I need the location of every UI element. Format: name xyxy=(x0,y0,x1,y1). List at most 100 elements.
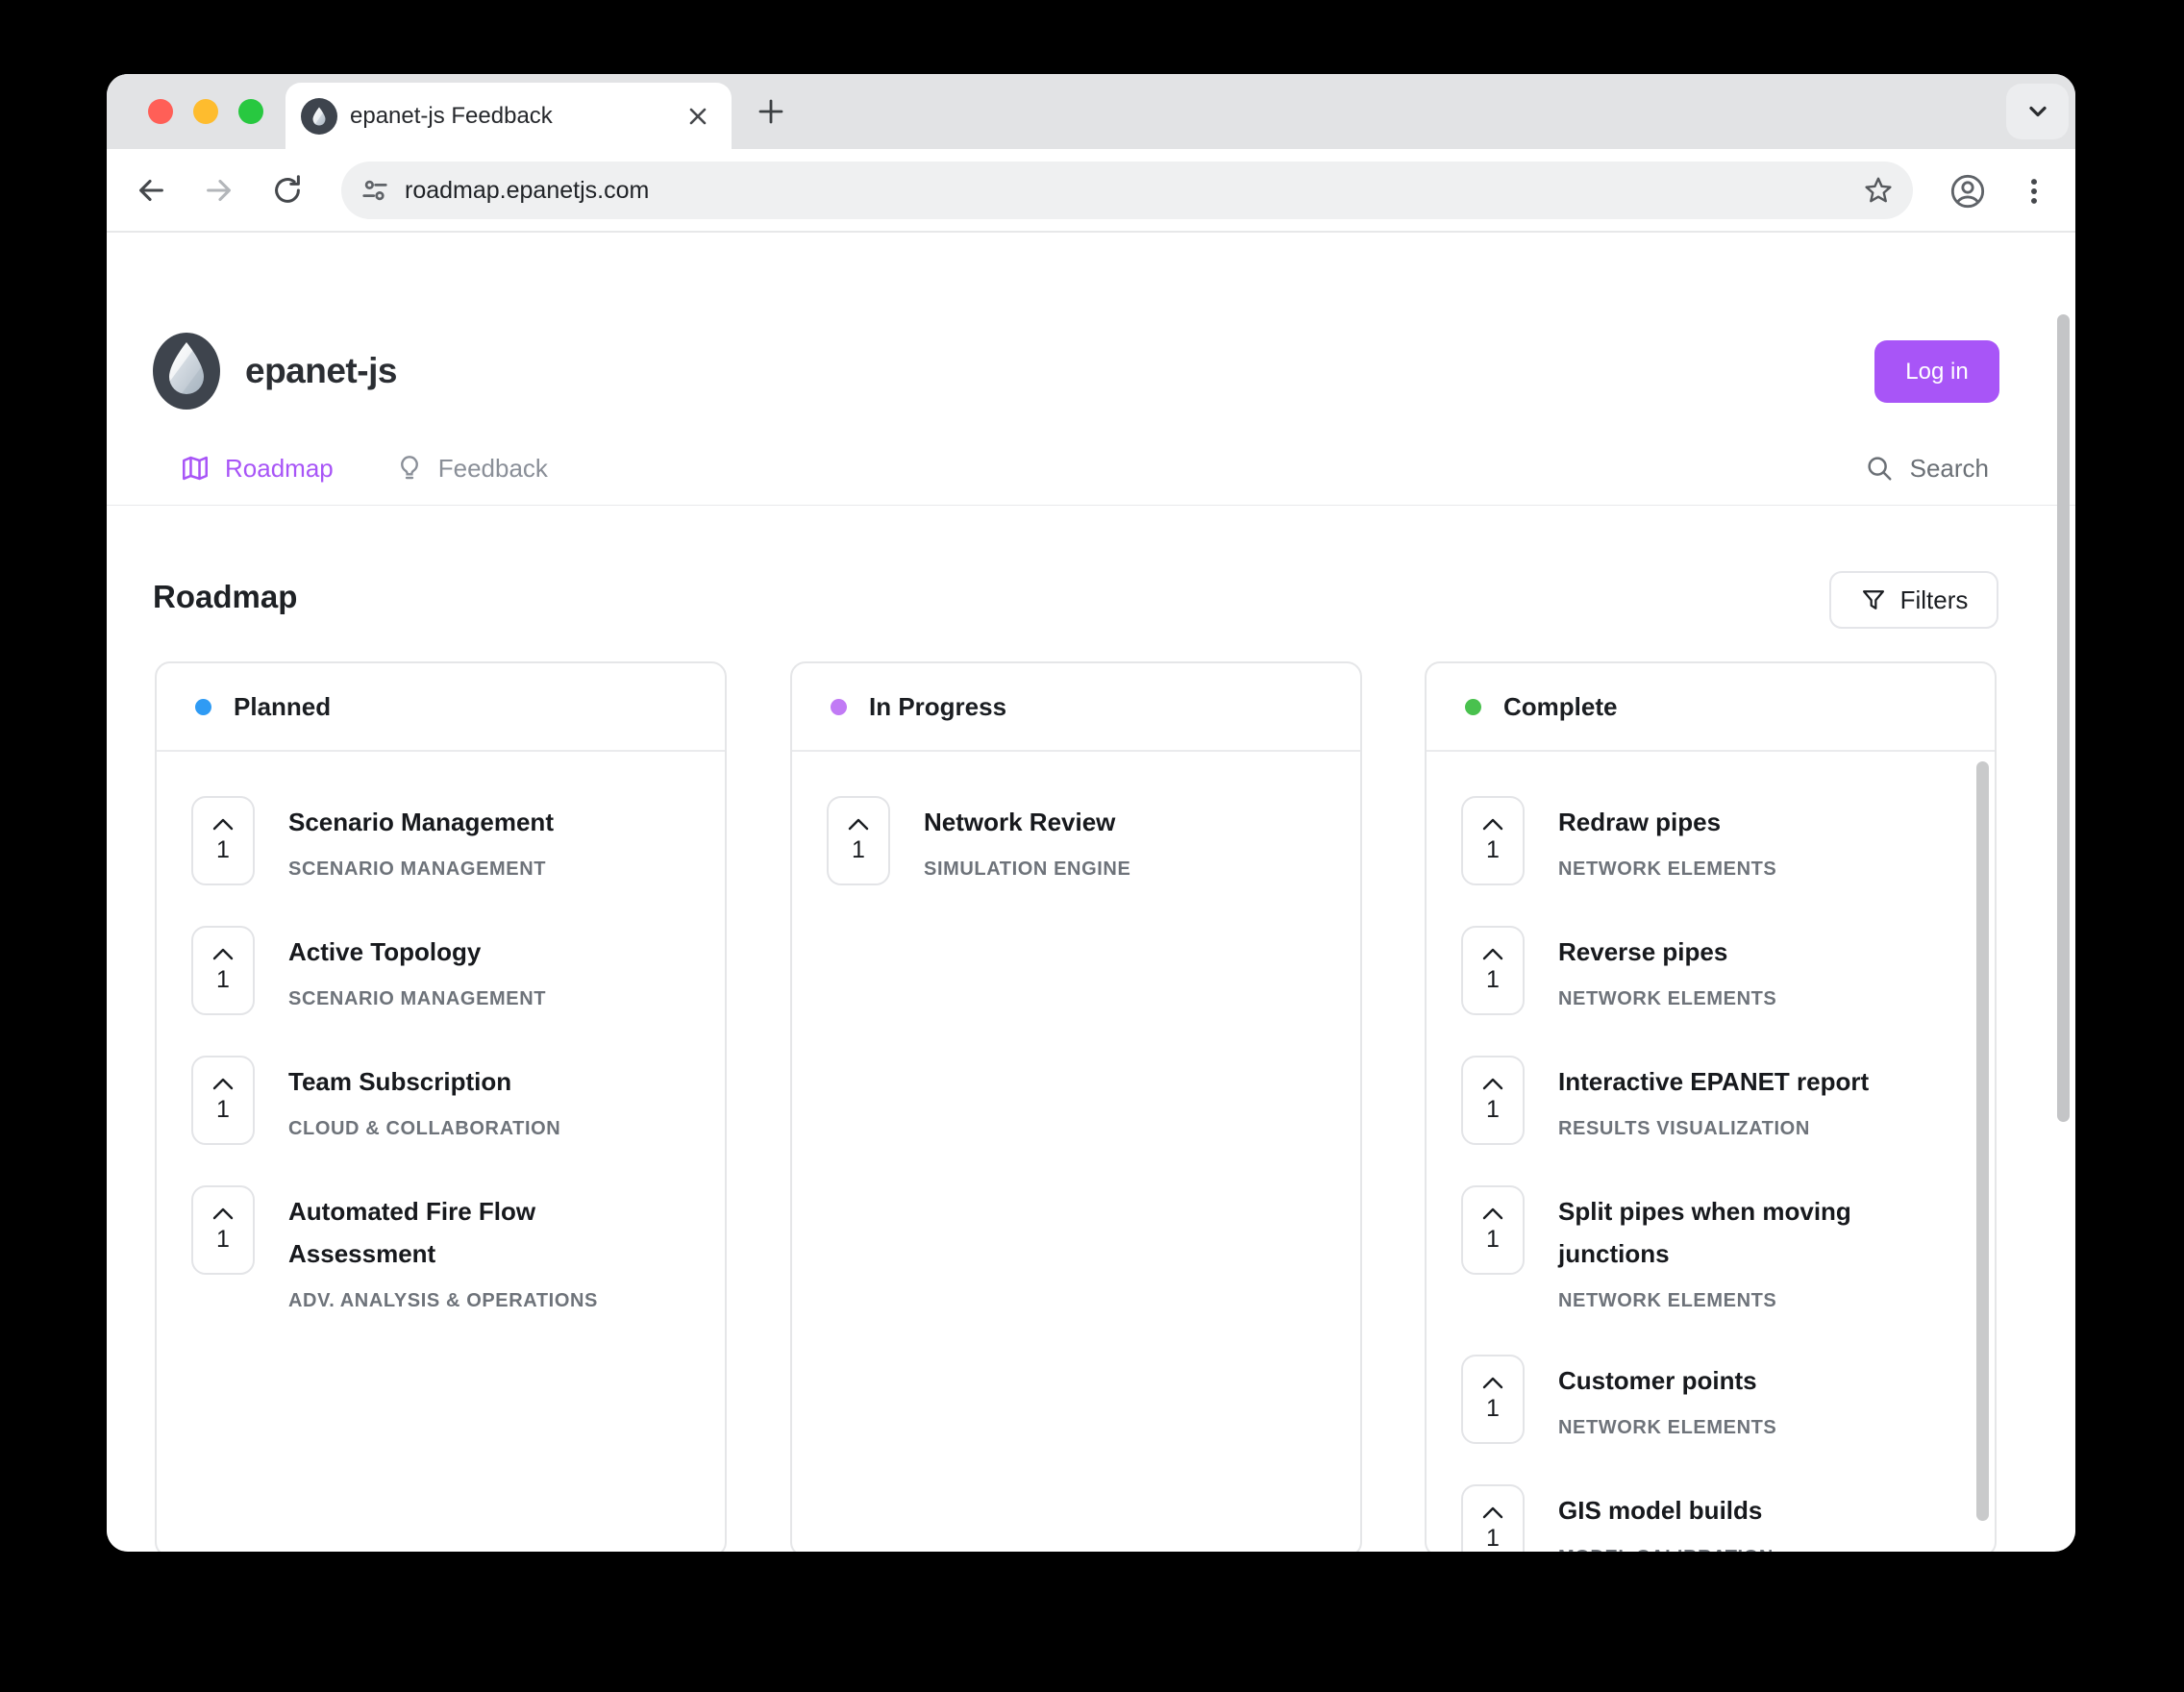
upvote-button[interactable]: 1 xyxy=(191,1056,255,1145)
site-title: epanet-js xyxy=(245,351,397,391)
nav-tab-roadmap[interactable]: Roadmap xyxy=(180,453,334,484)
card-body: Redraw pipesNETWORK ELEMENTS xyxy=(1558,796,1776,885)
card-title: Split pipes when moving junctions xyxy=(1558,1190,1950,1275)
vote-count: 1 xyxy=(1486,1395,1500,1423)
upvote-button[interactable]: 1 xyxy=(191,926,255,1015)
chevron-up-icon xyxy=(211,1078,235,1090)
vote-count: 1 xyxy=(216,1096,230,1124)
column-title: Planned xyxy=(234,692,331,722)
url-text[interactable]: roadmap.epanetjs.com xyxy=(405,177,1863,205)
card-category: RESULTS VISUALIZATION xyxy=(1558,1115,1869,1142)
chevron-up-icon xyxy=(211,1207,235,1220)
card-category: NETWORK ELEMENTS xyxy=(1558,985,1776,1012)
roadmap-card[interactable]: 1 Interactive EPANET report RESULTS VISUAL… xyxy=(1461,1056,1995,1145)
roadmap-card[interactable]: 1Automated Fire Flow AssessmentADV. ANAL… xyxy=(191,1185,725,1314)
new-tab-button[interactable] xyxy=(751,91,791,132)
card-title: Interactive EPANET report xyxy=(1558,1060,1869,1103)
nav-tab-feedback[interactable]: Feedback xyxy=(395,454,548,484)
toolbar-right-cluster xyxy=(1948,149,2075,233)
chevron-up-icon xyxy=(211,948,235,960)
column-card-list: 1 Network ReviewSIMULATION ENGINE xyxy=(792,752,1360,1552)
browser-tab[interactable]: epanet-js Feedback xyxy=(285,83,732,149)
funnel-icon xyxy=(1860,586,1887,613)
tab-close-icon[interactable] xyxy=(683,102,712,131)
bookmark-star-icon[interactable] xyxy=(1863,175,1894,206)
browser-menu-icon[interactable] xyxy=(2018,175,2050,208)
filters-label: Filters xyxy=(1900,585,1969,615)
roadmap-board: Planned 1 Scenario ManagementSCENARIO MANA… xyxy=(107,661,2075,1552)
roadmap-card[interactable]: 1 Customer pointsNETWORK ELEMENTS xyxy=(1461,1355,1995,1444)
epanetjs-logo-droplet-icon xyxy=(153,333,220,410)
column-header: Planned xyxy=(157,663,725,752)
card-title: Reverse pipes xyxy=(1558,931,1776,973)
column-title: Complete xyxy=(1503,692,1617,722)
card-category: SIMULATION ENGINE xyxy=(924,856,1130,883)
upvote-button[interactable]: 1 xyxy=(1461,1355,1525,1444)
column-header: In Progress xyxy=(792,663,1360,752)
minimize-window-button[interactable] xyxy=(193,99,218,124)
upvote-button[interactable]: 1 xyxy=(191,1185,255,1275)
login-button[interactable]: Log in xyxy=(1874,340,1999,403)
card-body: GIS model buildsMODEL CALIBRATION xyxy=(1558,1484,1774,1552)
site-settings-icon[interactable] xyxy=(360,176,389,205)
column-title: In Progress xyxy=(869,692,1006,722)
column-planned: Planned 1 Scenario ManagementSCENARIO MANA… xyxy=(155,661,727,1552)
search-button[interactable]: Search xyxy=(1865,445,1989,491)
upvote-button[interactable]: 1 xyxy=(1461,796,1525,885)
tab-strip: epanet-js Feedback xyxy=(107,74,2075,149)
back-button[interactable] xyxy=(130,169,172,212)
filters-button[interactable]: Filters xyxy=(1829,571,1998,629)
vote-count: 1 xyxy=(216,966,230,994)
reload-button[interactable] xyxy=(266,169,309,212)
zoom-window-button[interactable] xyxy=(238,99,263,124)
chevron-up-icon xyxy=(847,818,870,831)
card-body: Customer pointsNETWORK ELEMENTS xyxy=(1558,1355,1776,1444)
close-window-button[interactable] xyxy=(148,99,173,124)
card-body: Split pipes when moving junctionsNETWORK… xyxy=(1558,1185,1950,1314)
upvote-button[interactable]: 1 xyxy=(1461,1056,1525,1145)
card-body: Network ReviewSIMULATION ENGINE xyxy=(924,796,1130,885)
page-scrollbar[interactable] xyxy=(2057,314,2070,1122)
upvote-button[interactable]: 1 xyxy=(191,796,255,885)
roadmap-card[interactable]: 1 Scenario ManagementSCENARIO MANAGEMENT xyxy=(191,796,725,885)
column-complete: Complete1Redraw pipesNETWORK ELEMENTS1Re… xyxy=(1425,661,1997,1552)
card-body: Active TopologySCENARIO MANAGEMENT xyxy=(288,926,546,1015)
upvote-button[interactable]: 1 xyxy=(1461,1185,1525,1275)
tab-favicon-droplet-icon xyxy=(301,98,337,135)
card-body: Interactive EPANET report RESULTS VISUALI… xyxy=(1558,1056,1869,1145)
card-title: Scenario Management xyxy=(288,801,554,843)
column-scrollbar[interactable] xyxy=(1976,761,1989,1521)
roadmap-card[interactable]: 1 GIS model buildsMODEL CALIBRATION xyxy=(1461,1484,1995,1552)
upvote-button[interactable]: 1 xyxy=(827,796,890,885)
card-body: Team SubscriptionCLOUD & COLLABORATION xyxy=(288,1056,560,1145)
address-bar[interactable]: roadmap.epanetjs.com xyxy=(341,162,1913,219)
column-in-progress: In Progress 1 Network ReviewSIMULATION ENG… xyxy=(790,661,1362,1552)
roadmap-card[interactable]: 1 Split pipes when moving junctionsNETWOR… xyxy=(1461,1185,1995,1314)
card-title: Redraw pipes xyxy=(1558,801,1776,843)
upvote-button[interactable]: 1 xyxy=(1461,1484,1525,1552)
vote-count: 1 xyxy=(1486,1525,1500,1553)
tab-title: epanet-js Feedback xyxy=(350,103,683,130)
card-body: Reverse pipes NETWORK ELEMENTS xyxy=(1558,926,1776,1015)
column-card-list: 1Scenario ManagementSCENARIO MANAGEMENT1… xyxy=(157,752,725,1552)
roadmap-card[interactable]: 1 Redraw pipesNETWORK ELEMENTS xyxy=(1461,796,1995,885)
vote-count: 1 xyxy=(1486,1096,1500,1124)
roadmap-card[interactable]: 1 Reverse pipes NETWORK ELEMENTS xyxy=(1461,926,1995,1015)
profile-icon[interactable] xyxy=(1948,172,1987,211)
roadmap-card[interactable]: 1 Team SubscriptionCLOUD & COLLABORATION xyxy=(191,1056,725,1145)
nav-roadmap-label: Roadmap xyxy=(225,454,334,484)
upvote-button[interactable]: 1 xyxy=(1461,926,1525,1015)
chevron-up-icon xyxy=(1481,818,1504,831)
roadmap-card[interactable]: 1 Active TopologySCENARIO MANAGEMENT xyxy=(191,926,725,1015)
roadmap-card[interactable]: 1 Network ReviewSIMULATION ENGINE xyxy=(827,796,1360,885)
browser-window: epanet-js Feedback xyxy=(107,74,2075,1552)
card-body: Scenario ManagementSCENARIO MANAGEMENT xyxy=(288,796,554,885)
map-icon xyxy=(180,453,211,484)
tab-search-chevron-button[interactable] xyxy=(2006,84,2069,139)
forward-button[interactable] xyxy=(198,169,240,212)
card-title: Team Subscription xyxy=(288,1060,560,1103)
search-label: Search xyxy=(1910,454,1989,484)
vote-count: 1 xyxy=(216,1226,230,1254)
nav-feedback-label: Feedback xyxy=(438,454,548,484)
chevron-up-icon xyxy=(1481,948,1504,960)
